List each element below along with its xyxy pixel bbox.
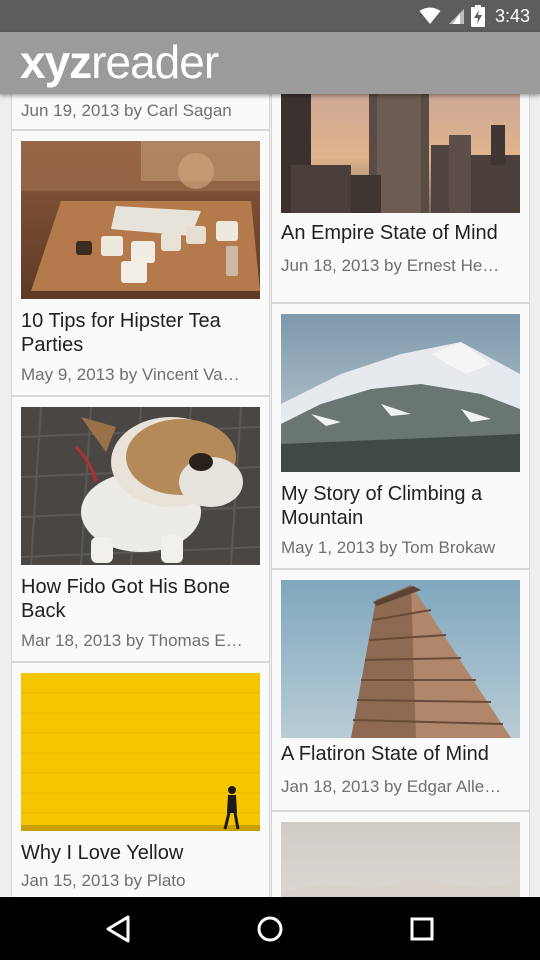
article-grid[interactable]: Jun 19, 2013 by Carl Sagan 10 Tips for H… (0, 94, 540, 897)
article-card[interactable]: Jun 19, 2013 by Carl Sagan (11, 94, 270, 130)
article-subtitle: Jun 19, 2013 by Carl Sagan (21, 101, 232, 120)
home-icon[interactable] (252, 911, 288, 947)
article-thumbnail-mountain (281, 314, 520, 472)
logo-bold-text: xyz (20, 36, 92, 88)
recents-icon[interactable] (404, 911, 440, 947)
status-icons: 3:43 (419, 0, 530, 32)
battery-charging-icon (470, 5, 485, 27)
article-thumbnail-dog (21, 407, 260, 565)
article-title: Why I Love Yellow (21, 842, 184, 864)
article-title: How Fido Got His Bone Back (21, 576, 230, 622)
navigation-bar (0, 897, 540, 960)
article-subtitle: May 9, 2013 by Vincent Va… (21, 365, 240, 384)
article-subtitle: Jan 15, 2013 by Plato (21, 871, 186, 890)
article-title: My Story of Climbing a Mountain (281, 483, 483, 529)
back-icon[interactable] (100, 911, 136, 947)
article-thumbnail-partial (281, 822, 520, 897)
article-card[interactable]: My Story of Climbing a Mountain May 1, 2… (271, 303, 530, 569)
article-thumbnail-tea (21, 141, 260, 299)
article-subtitle: Mar 18, 2013 by Thomas E… (21, 631, 243, 650)
article-title: 10 Tips for Hipster Tea Parties (21, 310, 221, 356)
cell-signal-icon (448, 9, 464, 24)
article-card[interactable] (271, 811, 530, 897)
article-thumbnail-flatiron (281, 580, 520, 738)
article-thumbnail-empire-state (281, 94, 520, 213)
app-bar: xyzreader (0, 32, 540, 94)
article-thumbnail-yellow (21, 673, 260, 831)
status-bar: 3:43 (0, 0, 540, 32)
wifi-icon (419, 7, 441, 24)
article-card[interactable]: Why I Love Yellow Jan 15, 2013 by Plato (11, 662, 270, 897)
article-card[interactable]: An Empire State of Mind Jun 18, 2013 by … (271, 94, 530, 303)
article-subtitle: May 1, 2013 by Tom Brokaw (281, 538, 496, 557)
article-subtitle: Jun 18, 2013 by Ernest He… (281, 256, 500, 275)
article-subtitle: Jan 18, 2013 by Edgar Alle… (281, 777, 502, 796)
article-card[interactable]: How Fido Got His Bone Back Mar 18, 2013 … (11, 396, 270, 662)
article-card[interactable]: A Flatiron State of Mind Jan 18, 2013 by… (271, 569, 530, 811)
logo-light-text: reader (91, 36, 219, 88)
status-time: 3:43 (494, 5, 530, 26)
app-logo: xyzreader (20, 36, 219, 88)
article-title: A Flatiron State of Mind (281, 743, 489, 765)
article-title: An Empire State of Mind (281, 222, 498, 244)
article-card[interactable]: 10 Tips for Hipster Tea Parties May 9, 2… (11, 130, 270, 396)
